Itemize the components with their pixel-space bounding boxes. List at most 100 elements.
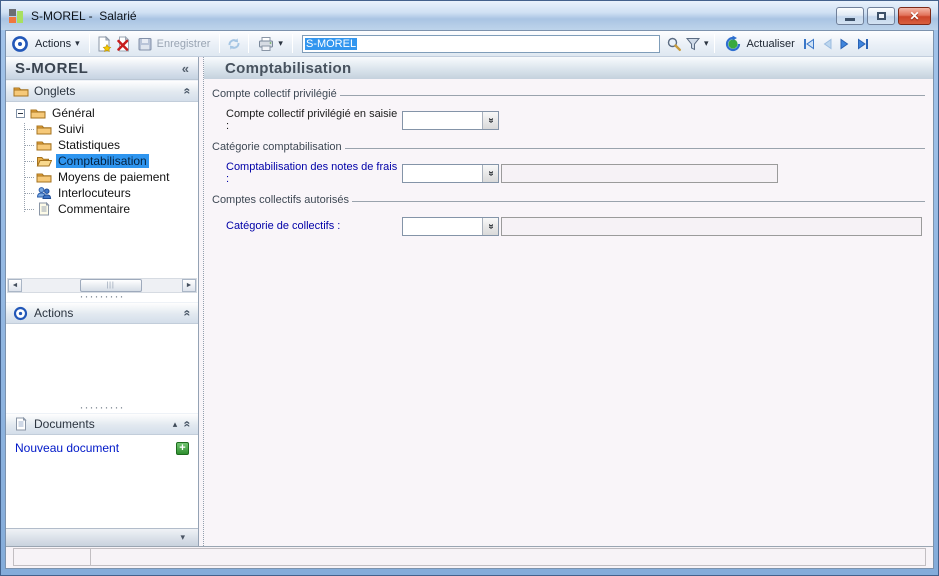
titlebar: S-MOREL - Salarié ✕: [1, 1, 938, 30]
collapse-panel-icon[interactable]: «: [181, 310, 195, 317]
printer-icon: [258, 36, 274, 52]
panel-header-actions[interactable]: Actions «: [6, 302, 198, 324]
group-legend: Comptes collectifs autorisés: [212, 194, 349, 206]
record-navigation: [801, 36, 871, 52]
triangle-up-icon[interactable]: ▴: [173, 419, 178, 430]
group-comptes-collectifs-autorises: Comptes collectifs autorisés: [212, 194, 925, 206]
compte-collectif-select[interactable]: «: [402, 110, 499, 130]
field-row-categorie-collectifs: Catégorie de collectifs : «: [226, 216, 925, 236]
tree-item-label: Moyens de paiement: [58, 170, 170, 184]
chevron-down-icon: ▾: [278, 38, 283, 48]
app-window: S-MOREL - Salarié ✕ Actions ▾ Enregistre…: [0, 0, 939, 576]
collapse-panel-icon[interactable]: «: [181, 421, 195, 428]
first-record-button[interactable]: [801, 36, 817, 52]
actions-menu-button[interactable]: Actions ▾: [32, 37, 83, 51]
chevron-down-icon: ▾: [180, 532, 185, 542]
next-record-button[interactable]: [837, 36, 853, 52]
panel-splitter-handle[interactable]: ·········: [6, 401, 198, 413]
new-document-link[interactable]: Nouveau document: [15, 441, 119, 455]
window-frame: Actions ▾ Enregistrer ▾ S-MOREL ▾ Actual…: [1, 30, 938, 575]
maximize-button[interactable]: [867, 6, 895, 25]
field-label: Catégorie de collectifs :: [226, 220, 341, 232]
close-button[interactable]: ✕: [898, 6, 931, 25]
note-icon: [36, 201, 52, 216]
tree-item-moyens-de-paiement[interactable]: Moyens de paiement: [6, 169, 198, 185]
tree-item-statistiques[interactable]: Statistiques: [6, 137, 198, 153]
status-cell-left: [13, 548, 91, 566]
page-title: Comptabilisation: [225, 59, 352, 77]
actions-panel-body: [6, 324, 198, 404]
tree-item-suivi[interactable]: Suivi: [6, 121, 198, 137]
people-icon: [36, 186, 52, 200]
select-dropdown-button[interactable]: «: [482, 164, 498, 182]
scrollbar-thumb[interactable]: |||: [79, 279, 142, 292]
field-row-notes-de-frais: Comptabilisation des notes de frais : «: [226, 161, 925, 185]
filter-icon-button[interactable]: [685, 36, 701, 52]
horizontal-scrollbar[interactable]: ◄ ||| ►: [7, 278, 197, 293]
group-legend: Catégorie comptabilisation: [212, 141, 342, 153]
search-icon-button[interactable]: [666, 36, 682, 52]
tree-item-label: Commentaire: [58, 202, 131, 216]
tree-item-commentaire[interactable]: Commentaire: [6, 201, 198, 217]
panel-onglets-label: Onglets: [34, 84, 76, 98]
collapse-sidebar-button[interactable]: «: [182, 61, 189, 76]
last-record-button[interactable]: [855, 36, 871, 52]
bullseye-icon: [11, 35, 29, 53]
select-dropdown-button[interactable]: «: [482, 111, 498, 129]
print-button[interactable]: ▾: [255, 35, 286, 53]
bullseye-icon: [13, 306, 29, 321]
filter-dropdown-button[interactable]: ▾: [704, 38, 709, 49]
toolbar-separator: [291, 34, 293, 53]
tree-item-comptabilisation[interactable]: Comptabilisation: [6, 153, 198, 169]
field-row-compte-collectif: Compte collectif privilégié en saisie : …: [226, 108, 925, 132]
add-document-button[interactable]: +: [176, 441, 189, 455]
new-document-button[interactable]: [96, 35, 112, 52]
tree-item-general[interactable]: Général: [6, 105, 198, 121]
actualiser-icon: [724, 35, 742, 53]
scroll-left-button[interactable]: ◄: [8, 279, 22, 292]
notes-de-frais-readonly-field: [501, 163, 778, 183]
toolbar-separator: [248, 34, 250, 53]
window-controls: ✕: [836, 6, 931, 25]
documents-panel-body: Nouveau document +: [6, 435, 198, 528]
sidebar-footer-bar[interactable]: ▾: [6, 528, 198, 546]
toolbar-separator: [219, 34, 221, 53]
tree-item-interlocuteurs[interactable]: Interlocuteurs: [6, 185, 198, 201]
select-dropdown-button[interactable]: «: [482, 217, 498, 235]
sidebar: S-MOREL « Onglets « Général Suivi Statis…: [6, 57, 199, 546]
panel-header-onglets[interactable]: Onglets «: [6, 80, 198, 102]
categorie-collectifs-readonly-field: [501, 216, 922, 236]
panel-header-documents[interactable]: Documents ▴ «: [6, 413, 198, 435]
refresh-icon-button[interactable]: [226, 36, 242, 52]
panel-splitter-handle[interactable]: ·········: [6, 290, 198, 302]
tree-item-label: Comptabilisation: [56, 154, 149, 168]
delete-button[interactable]: [115, 35, 131, 52]
tree-item-label: Interlocuteurs: [58, 186, 131, 200]
scroll-right-button[interactable]: ►: [182, 279, 196, 292]
refresh-label: Actualiser: [746, 37, 795, 50]
notes-de-frais-select[interactable]: «: [402, 163, 499, 183]
document-icon: [13, 416, 29, 432]
minimize-icon: [845, 18, 855, 21]
scrollbar-track[interactable]: |||: [22, 279, 182, 292]
record-search-input[interactable]: S-MOREL: [301, 34, 660, 53]
categorie-collectifs-select[interactable]: «: [402, 216, 499, 236]
collapse-node-icon[interactable]: [16, 108, 25, 118]
minimize-button[interactable]: [836, 6, 864, 25]
previous-record-button[interactable]: [819, 36, 835, 52]
new-document-row: Nouveau document +: [6, 439, 198, 457]
refresh-button[interactable]: Actualiser: [721, 34, 797, 54]
main-content: Comptabilisation Compte collectif privil…: [204, 57, 933, 546]
search-input-selected-text: S-MOREL: [304, 37, 358, 50]
tree-item-label: Statistiques: [58, 138, 121, 152]
maximize-icon: [876, 11, 886, 20]
save-button[interactable]: Enregistrer: [134, 35, 214, 53]
save-icon: [137, 36, 153, 52]
chevron-double-down-icon: «: [485, 223, 496, 229]
page-header: Comptabilisation: [204, 57, 933, 79]
field-label: Compte collectif privilégié en saisie :: [226, 108, 398, 132]
window-title: S-MOREL - Salarié: [31, 8, 137, 23]
chevron-down-icon: ▾: [75, 38, 80, 48]
collapse-panel-icon[interactable]: «: [181, 88, 195, 95]
folder-icon: [36, 122, 52, 136]
